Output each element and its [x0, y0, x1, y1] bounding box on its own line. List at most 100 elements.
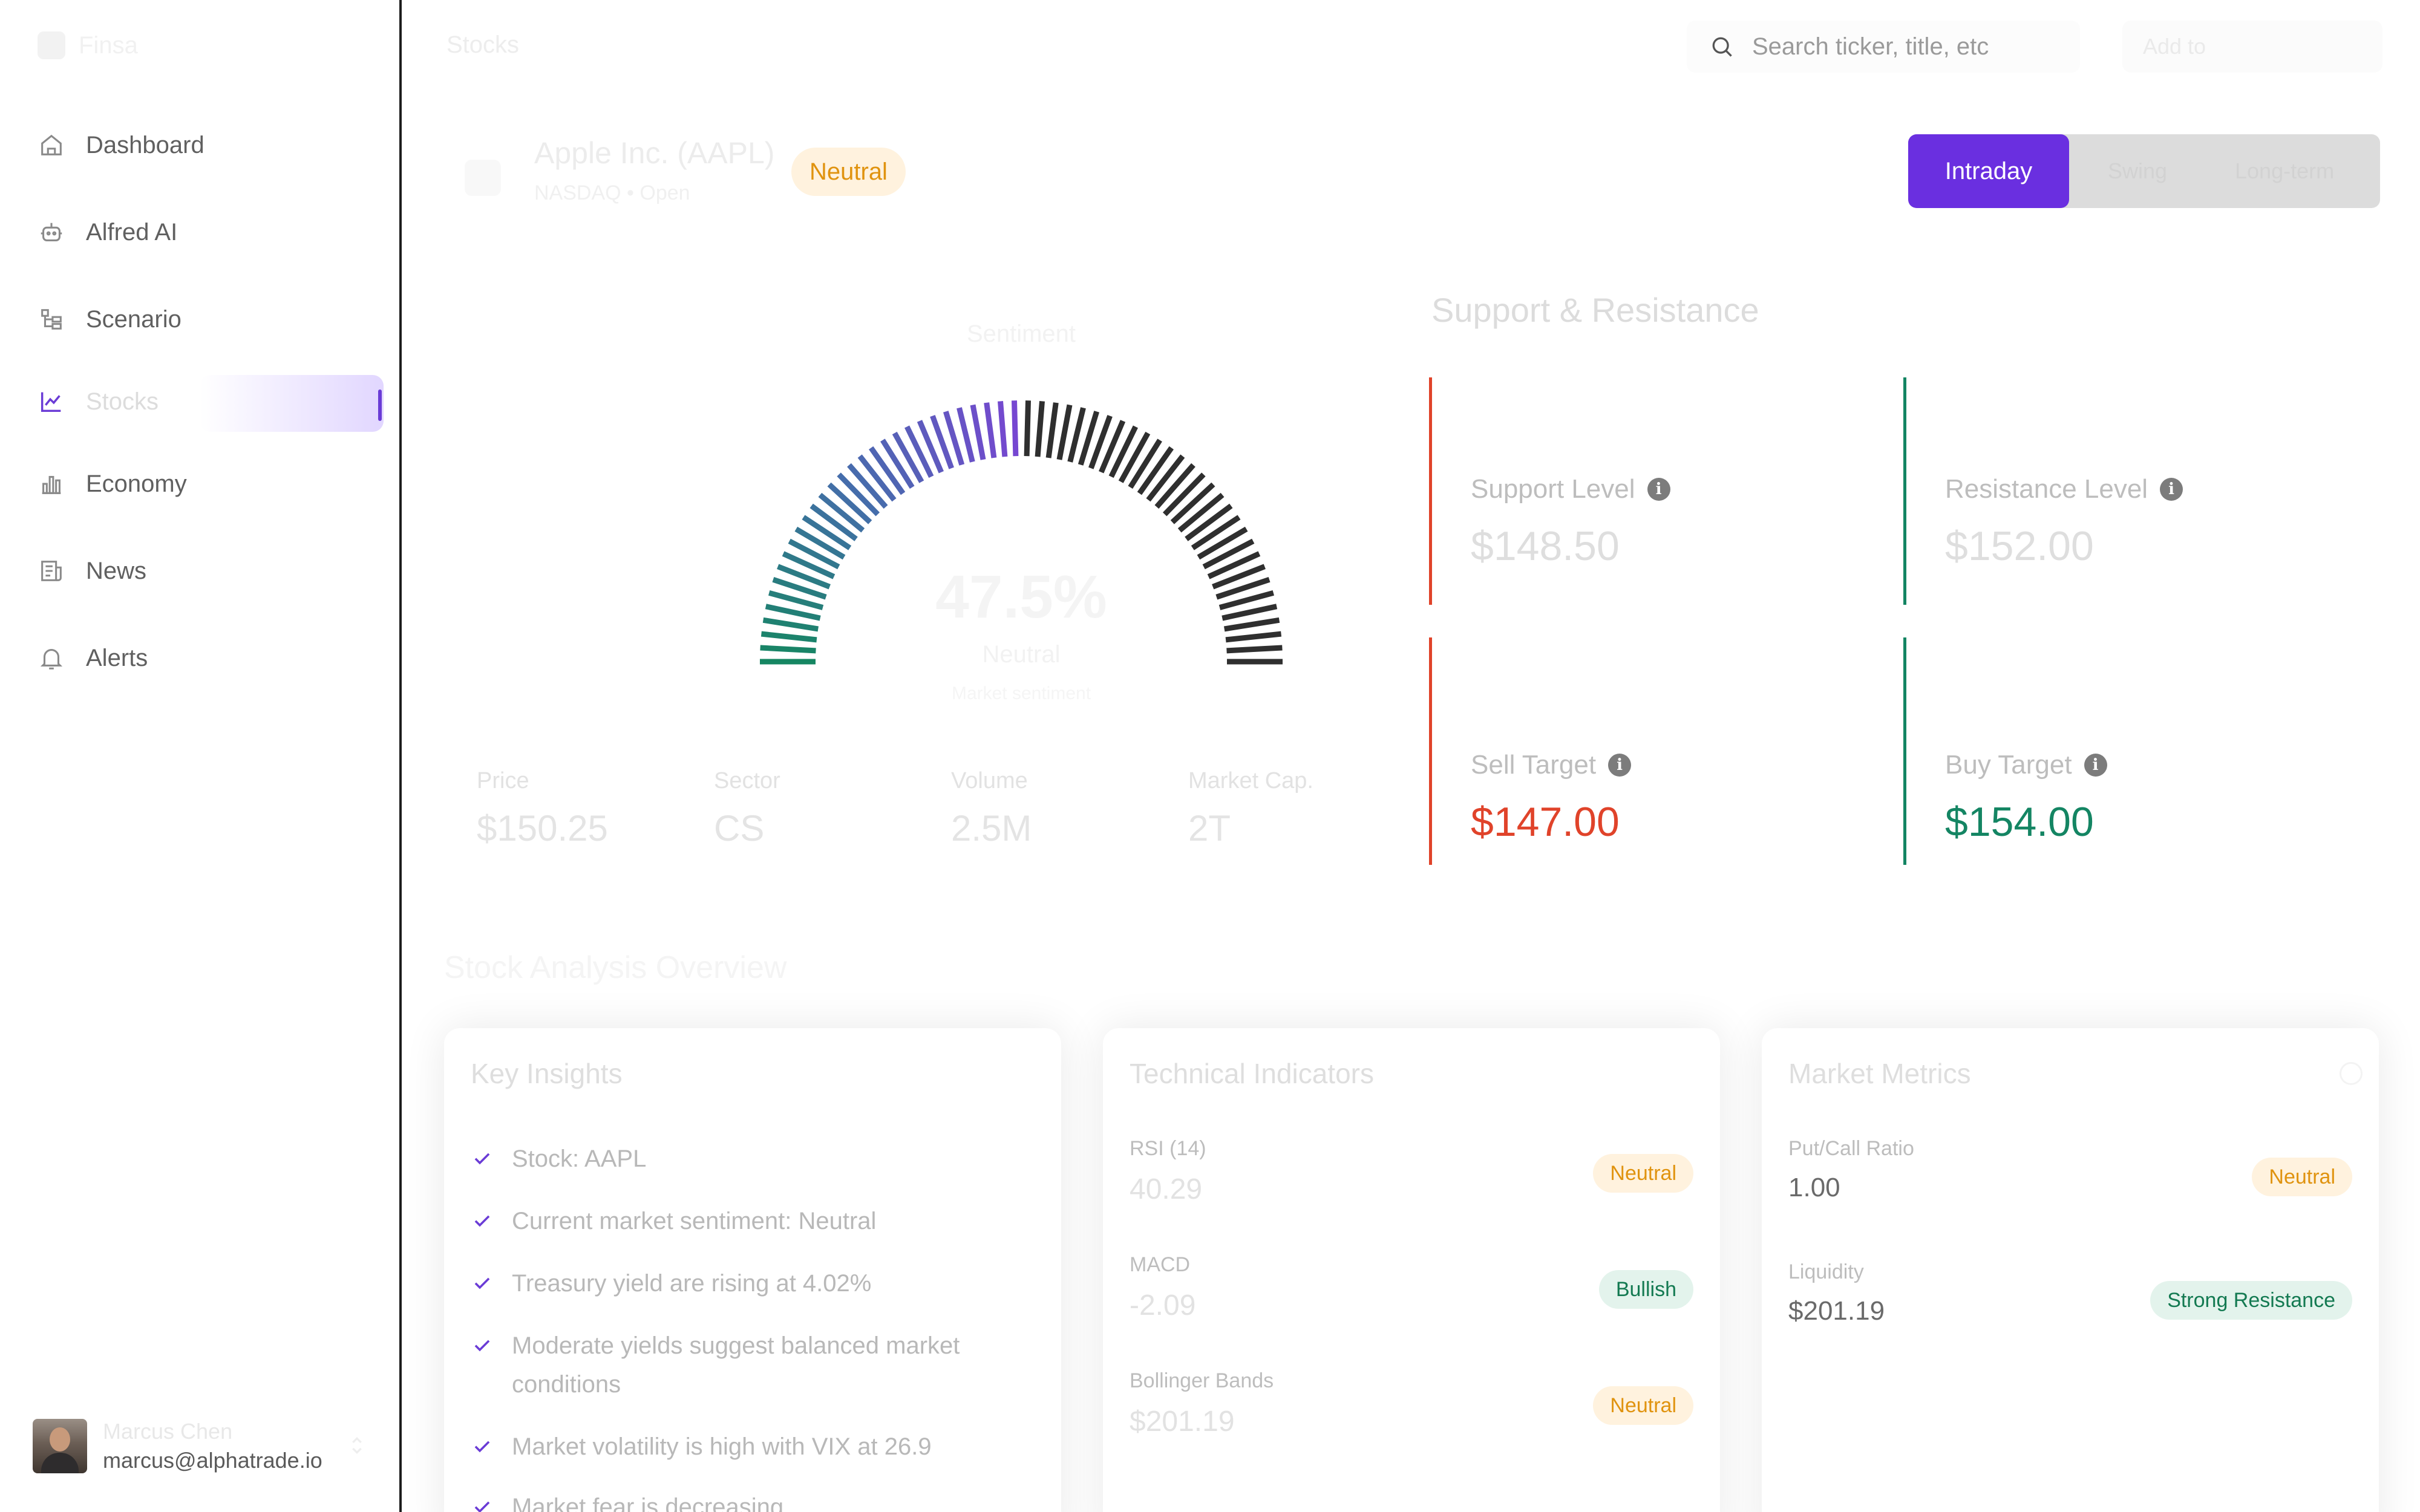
indicator-rsi: RSI (14) 40.29 — [1130, 1137, 1206, 1206]
info-icon[interactable]: i — [1647, 478, 1670, 501]
check-icon — [474, 1277, 490, 1289]
indicator-label: RSI (14) — [1130, 1137, 1206, 1160]
sidebar-item-alfred-ai[interactable]: Alfred AI — [38, 208, 382, 256]
stat-label: Market Cap. — [1188, 768, 1313, 793]
support-level-label: Support Level — [1471, 474, 1635, 504]
insight-text: Market volatility is high with VIX at 26… — [512, 1433, 932, 1460]
insight-text: Current market sentiment: Neutral — [512, 1208, 877, 1234]
breadcrumb[interactable]: Stocks — [446, 31, 519, 59]
resistance-level-label: Resistance Level — [1945, 474, 2148, 504]
check-icon — [474, 1215, 490, 1227]
app-logo[interactable]: Finsa — [38, 31, 138, 59]
status-badge: Bullish — [1598, 1270, 1693, 1309]
sidebar: Finsa Dashboard Alfred AI Scenario Stock… — [0, 0, 402, 1512]
timeframe-option-swing[interactable]: Swing — [2108, 134, 2167, 208]
gauge-tick — [1128, 438, 1162, 489]
insight-text: Treasury yield are rising at 4.02% — [512, 1270, 872, 1297]
gauge-tick — [1056, 404, 1073, 460]
chart-line-icon — [41, 392, 61, 412]
chevron-updown-icon[interactable] — [345, 1433, 369, 1458]
indicator-label: Bollinger Bands — [1130, 1369, 1274, 1392]
status-badge: Neutral — [2252, 1158, 2352, 1196]
indicator-label: MACD — [1130, 1253, 1191, 1276]
stat-value: $150.25 — [477, 808, 608, 849]
stat-label: Volume — [951, 768, 1028, 793]
insight-text: Moderate yields suggest balanced market … — [512, 1332, 960, 1398]
insight-text: Stock: AAPL — [512, 1145, 647, 1172]
sidebar-item-dashboard[interactable]: Dashboard — [38, 121, 382, 169]
info-icon[interactable]: i — [2160, 478, 2183, 501]
gauge-subtitle: Market sentiment — [951, 683, 1091, 703]
user-profile[interactable]: Marcus Chen marcus@alphatrade.io — [33, 1419, 322, 1473]
robot-icon — [41, 223, 62, 241]
list-item: Stock: AAPL — [471, 1139, 1033, 1178]
sell-target-label: Sell Target — [1471, 750, 1597, 780]
status-badge: Neutral — [1593, 1154, 1693, 1193]
search-input[interactable] — [1752, 33, 2055, 60]
user-email: marcus@alphatrade.io — [103, 1448, 322, 1473]
metric-value: $201.19 — [1788, 1296, 1885, 1326]
metric-label: Put/Call Ratio — [1788, 1137, 1914, 1160]
indicator-value: 40.29 — [1130, 1173, 1203, 1205]
sidebar-item-label: News — [86, 557, 147, 584]
sidebar-item-scenario[interactable]: Scenario — [38, 295, 382, 344]
gauge-tick — [984, 402, 997, 458]
gauge-tick — [765, 604, 821, 621]
market-metrics-card: Market Metrics Put/Call Ratio 1.00 Neutr… — [1762, 1028, 2379, 1512]
sidebar-item-label: Alfred AI — [86, 218, 178, 246]
sidebar-item-economy[interactable]: Economy — [38, 460, 382, 508]
list-item: Current market sentiment: Neutral — [471, 1202, 1033, 1240]
gauge-tick — [892, 431, 924, 483]
gauge-tick — [1221, 604, 1278, 621]
check-icon — [474, 1153, 490, 1165]
sidebar-item-alerts[interactable]: Alerts — [38, 634, 382, 682]
home-icon — [41, 134, 62, 155]
card-title: Market Metrics — [1788, 1058, 1971, 1089]
timeframe-option-intraday[interactable]: Intraday — [1908, 134, 2069, 208]
buy-target-value: $154.00 — [1945, 799, 2094, 845]
sidebar-item-news[interactable]: News — [38, 547, 382, 595]
gauge-tick — [1191, 515, 1241, 550]
gauge-tick — [762, 617, 819, 632]
ticker-subtitle: NASDAQ • Open — [534, 181, 690, 204]
buy-target-card: Buy Target i $154.00 — [1903, 637, 2369, 865]
card-title: Key Insights — [471, 1058, 623, 1089]
stat-price: Price $150.25 — [477, 768, 608, 849]
gauge-tick — [1226, 645, 1283, 654]
indicator-bollinger: Bollinger Bands $201.19 — [1130, 1369, 1274, 1438]
key-insights-card: Key Insights Stock: AAPL Current market … — [444, 1028, 1061, 1512]
search-box[interactable] — [1687, 21, 2080, 73]
gauge-tick — [880, 438, 915, 489]
sidebar-item-stocks[interactable]: Stocks — [38, 377, 382, 426]
info-icon[interactable]: i — [1608, 754, 1632, 777]
support-level-value: $148.50 — [1471, 523, 1620, 569]
timeframe-option-long-term[interactable]: Long-term — [2235, 134, 2334, 208]
indicator-macd: MACD -2.09 — [1130, 1253, 1195, 1322]
technical-indicators-card: Technical Indicators RSI (14) 40.29 Neut… — [1103, 1028, 1720, 1512]
gauge-tick — [1225, 631, 1282, 643]
gauge-tick — [1024, 400, 1031, 457]
indicator-value: $201.19 — [1130, 1406, 1235, 1438]
metric-label: Liquidity — [1788, 1260, 1864, 1283]
metric-put-call: Put/Call Ratio 1.00 — [1788, 1137, 1914, 1203]
indicator-value: -2.09 — [1130, 1289, 1196, 1321]
sell-target-value: $147.00 — [1471, 799, 1620, 845]
gauge-value: 47.5% — [935, 563, 1107, 631]
stat-sector: Sector CS — [714, 768, 780, 849]
logo-icon — [38, 31, 65, 59]
gauge-tick — [760, 645, 816, 654]
apple-logo-icon — [465, 160, 501, 196]
gauge-tick — [1118, 431, 1151, 483]
insight-text: Market fear is decreasing — [512, 1494, 784, 1512]
card-menu-icon[interactable] — [2340, 1062, 2363, 1085]
status-badge: Strong Resistance — [2150, 1281, 2352, 1320]
gauge-tick — [760, 631, 817, 643]
stat-label: Sector — [714, 768, 780, 793]
check-icon — [474, 1441, 490, 1453]
info-icon[interactable]: i — [2084, 754, 2107, 777]
stat-value: 2T — [1188, 808, 1231, 849]
gauge-tick — [1035, 401, 1045, 457]
bar-chart-icon — [42, 475, 61, 494]
check-icon — [474, 1340, 490, 1352]
add-to-button[interactable]: Add to — [2122, 21, 2382, 73]
